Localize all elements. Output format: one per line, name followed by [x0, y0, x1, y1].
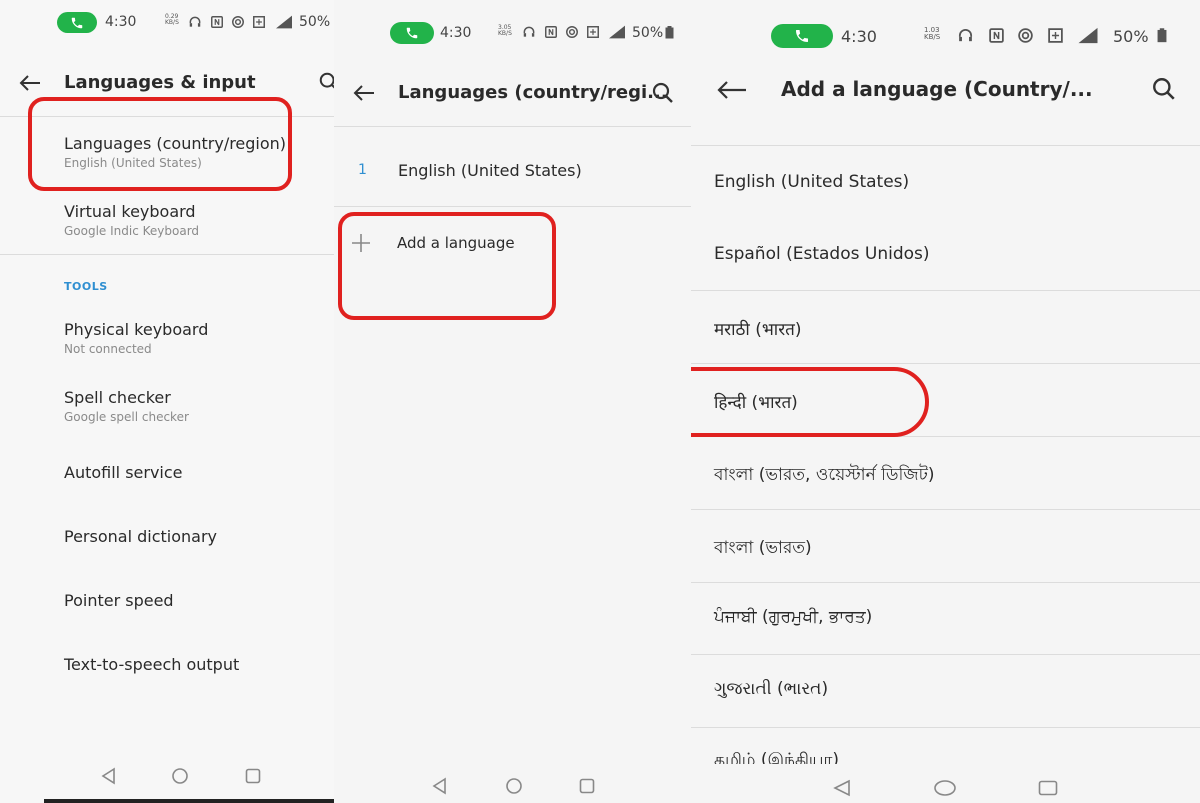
call-pill[interactable] [771, 24, 833, 48]
item-title: Spell checker [64, 388, 171, 407]
page-title: Add a language (Country/... [781, 77, 1093, 101]
tts-output-item[interactable]: Text-to-speech output [0, 638, 334, 692]
battery-icon [665, 26, 674, 39]
language-option-label: मराठी (भारत) [714, 320, 802, 340]
highlight-box [691, 367, 929, 437]
spell-checker-item[interactable]: Spell checker Google spell checker [0, 378, 334, 436]
language-option-label: বাংলা (ভারত, ওয়েস্টার্ন ডিজিট) [714, 465, 935, 485]
autofill-service-item[interactable]: Autofill service [0, 446, 334, 500]
search-icon[interactable] [651, 81, 675, 105]
data-saver-icon [1048, 28, 1063, 43]
nav-recents-icon[interactable] [578, 777, 596, 795]
language-option-label: ગુજરાતી (ભારત) [714, 679, 829, 699]
net-speed: 1.03 KB/S [924, 26, 941, 41]
nav-home-icon[interactable] [171, 767, 189, 785]
item-title: Autofill service [64, 463, 183, 482]
languages-region-screen: 4:30 3.05 KB/S 50% Languages (country/re… [334, 0, 691, 803]
page-title: Languages & input [64, 72, 256, 93]
item-subtitle: Not connected [64, 342, 152, 356]
highlight-box [28, 97, 292, 191]
search-icon[interactable] [318, 71, 334, 93]
status-time: 4:30 [105, 14, 137, 30]
battery-icon [1157, 28, 1167, 43]
data-saver-icon [587, 26, 599, 38]
divider [334, 126, 691, 127]
headset-icon [958, 29, 973, 42]
call-pill[interactable] [57, 12, 97, 33]
highlight-box [338, 212, 556, 320]
language-row-english[interactable]: 1 English (United States) [334, 140, 691, 200]
battery-text: 50% [1113, 27, 1149, 46]
item-title: Pointer speed [64, 591, 174, 610]
divider [0, 254, 334, 255]
bottom-bar [44, 799, 334, 803]
call-pill[interactable] [390, 22, 434, 44]
language-index: 1 [358, 162, 367, 178]
language-option[interactable]: বাংলা (ভারত, ওয়েস্টার্ন ডিজিট) [691, 437, 1200, 509]
language-option[interactable]: ગુજરાતી (ભારત) [691, 655, 1200, 727]
nfc-icon [211, 16, 223, 28]
language-option[interactable]: ਪੰਜਾਬੀ (ਗੁਰਮੁਖੀ, ਭਾਰਤ) [691, 583, 1200, 655]
language-option-label: English (United States) [714, 172, 910, 192]
language-option-label: বাংলা (ভারত) [714, 538, 812, 558]
physical-keyboard-item[interactable]: Physical keyboard Not connected [0, 310, 334, 368]
item-subtitle: Google spell checker [64, 410, 189, 424]
back-arrow-icon[interactable] [717, 80, 747, 100]
headset-icon [523, 26, 535, 37]
signal-icon [609, 25, 625, 39]
nav-recents-icon[interactable] [244, 767, 262, 785]
signal-icon [276, 15, 292, 29]
call-icon [71, 17, 83, 28]
search-icon[interactable] [1151, 76, 1177, 102]
nav-back-icon[interactable] [431, 777, 449, 795]
call-icon [406, 27, 418, 39]
nav-recents-icon[interactable] [1037, 779, 1059, 797]
hotspot-icon [1018, 28, 1033, 43]
battery-text: 50% [632, 25, 664, 41]
language-option-label: தமிழ் (இந்தியா) [714, 750, 839, 764]
page-title: Languages (country/regi... [398, 82, 668, 103]
divider [334, 206, 691, 207]
language-option[interactable]: বাংলা (ভারত) [691, 510, 1200, 582]
signal-icon [1078, 27, 1098, 44]
nav-home-icon[interactable] [933, 779, 957, 797]
item-title: Personal dictionary [64, 527, 217, 546]
status-time: 4:30 [440, 25, 472, 41]
section-header-tools: TOOLS [64, 280, 108, 293]
nfc-icon [545, 26, 557, 38]
language-name: English (United States) [398, 161, 582, 180]
data-saver-icon [253, 16, 265, 28]
item-title: Text-to-speech output [64, 655, 240, 674]
languages-input-screen: 4:30 0.29 KB/S 50% Languages & input Lan… [0, 0, 334, 803]
nav-home-icon[interactable] [505, 777, 523, 795]
nfc-icon [989, 28, 1004, 43]
virtual-keyboard-item[interactable]: Virtual keyboard Google Indic Keyboard [0, 192, 334, 248]
language-option[interactable]: Español (Estados Unidos) [691, 218, 1200, 290]
headset-icon [189, 16, 201, 27]
battery-text: 50% [299, 14, 331, 30]
back-arrow-icon[interactable] [353, 84, 375, 102]
net-speed: 0.29 KB/S [165, 13, 179, 26]
language-option[interactable]: English (United States) [691, 146, 1200, 218]
add-language-screen: 4:30 1.03 KB/S 50% Add a language (Count… [691, 0, 1200, 803]
hotspot-icon [566, 26, 578, 38]
pointer-speed-item[interactable]: Pointer speed [0, 574, 334, 628]
nav-back-icon[interactable] [100, 767, 118, 785]
language-option-label: ਪੰਜਾਬੀ (ਗੁਰਮੁਖੀ, ਭਾਰਤ) [714, 607, 873, 627]
hotspot-icon [232, 16, 244, 28]
status-time: 4:30 [841, 27, 877, 46]
language-option-label: Español (Estados Unidos) [714, 244, 930, 264]
personal-dictionary-item[interactable]: Personal dictionary [0, 510, 334, 564]
item-subtitle: Google Indic Keyboard [64, 224, 200, 238]
item-title: Physical keyboard [64, 320, 209, 339]
back-arrow-icon[interactable] [19, 74, 41, 92]
language-option[interactable]: தமிழ் (இந்தியா) [691, 728, 1200, 764]
call-icon [796, 30, 808, 42]
net-speed: 3.05 KB/S [498, 24, 512, 37]
item-title: Virtual keyboard [64, 202, 196, 221]
nav-back-icon[interactable] [832, 779, 852, 797]
language-option[interactable]: मराठी (भारत) [691, 291, 1200, 363]
